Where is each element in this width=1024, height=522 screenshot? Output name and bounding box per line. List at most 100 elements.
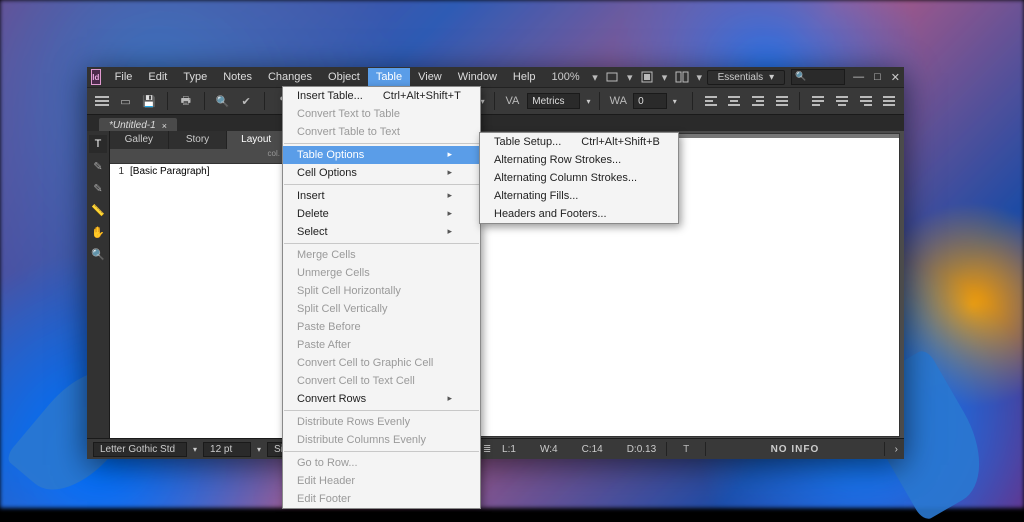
panel-tab-story[interactable]: Story bbox=[169, 131, 228, 149]
note-tool-icon[interactable]: ✎ bbox=[89, 157, 107, 175]
chevron-right-icon[interactable]: › bbox=[895, 444, 898, 455]
menu-item[interactable]: Insert▸ bbox=[283, 187, 480, 205]
menu-item-label: Edit Header bbox=[297, 475, 355, 487]
kerning-field[interactable]: Metrics bbox=[527, 93, 580, 109]
justify-icon[interactable] bbox=[773, 92, 791, 110]
zoom-level[interactable]: 100% bbox=[552, 71, 580, 83]
menu-shortcut: Ctrl+Alt+Shift+B bbox=[581, 136, 660, 148]
justify-all-icon[interactable] bbox=[880, 92, 898, 110]
menu-icon[interactable] bbox=[93, 92, 111, 110]
menu-table[interactable]: Table bbox=[368, 68, 410, 86]
tracking-field[interactable]: 0 bbox=[633, 93, 667, 109]
maximize-button[interactable]: □ bbox=[874, 71, 881, 84]
menu-divider bbox=[284, 143, 479, 144]
font-size-combo[interactable]: 12 pt bbox=[203, 442, 251, 457]
minimize-button[interactable]: — bbox=[853, 71, 864, 84]
menu-item-label: Convert Cell to Graphic Cell bbox=[297, 357, 433, 369]
menu-item[interactable]: Cell Options▸ bbox=[283, 164, 480, 182]
chevron-down-icon[interactable]: ▾ bbox=[586, 97, 590, 106]
menu-item[interactable]: Delete▸ bbox=[283, 205, 480, 223]
menu-item: Paste After bbox=[283, 336, 480, 354]
submenu-arrow-icon: ▸ bbox=[447, 190, 452, 202]
chevron-down-icon[interactable]: ▾ bbox=[481, 97, 485, 106]
menu-item[interactable]: Insert Table...Ctrl+Alt+Shift+T bbox=[283, 87, 480, 105]
submenu-item[interactable]: Alternating Column Strokes... bbox=[480, 169, 678, 187]
font-family-combo[interactable]: Letter Gothic Std bbox=[93, 442, 187, 457]
submenu-arrow-icon: ▸ bbox=[447, 149, 452, 161]
chevron-down-icon[interactable]: ▾ bbox=[673, 97, 677, 106]
type-icon: T bbox=[677, 440, 695, 458]
zoom-tool-icon[interactable]: 🔍 bbox=[89, 245, 107, 263]
menu-item: Merge Cells bbox=[283, 246, 480, 264]
menu-notes[interactable]: Notes bbox=[215, 68, 260, 86]
justify-center-icon[interactable] bbox=[833, 92, 851, 110]
submenu-item-label: Alternating Row Strokes... bbox=[494, 154, 621, 166]
open-icon[interactable]: ▭ bbox=[117, 92, 135, 110]
menu-item-label: Insert Table... bbox=[297, 90, 363, 102]
menu-divider bbox=[284, 410, 479, 411]
row-number: 1 bbox=[114, 166, 124, 177]
save-icon[interactable]: 💾 bbox=[140, 92, 158, 110]
dropdown-icon[interactable]: ▾ bbox=[695, 69, 704, 85]
menu-type[interactable]: Type bbox=[175, 68, 215, 86]
app-logo-icon: Id bbox=[91, 69, 101, 85]
panel-tab-layout[interactable]: Layout bbox=[227, 131, 286, 149]
menu-item-label: Convert Text to Table bbox=[297, 108, 400, 120]
menu-item: Convert Cell to Text Cell bbox=[283, 372, 480, 390]
menu-item[interactable]: Select▸ bbox=[283, 223, 480, 241]
menu-view[interactable]: View bbox=[410, 68, 450, 86]
chevron-down-icon[interactable]: ▾ bbox=[193, 445, 197, 454]
menu-item[interactable]: Convert Rows▸ bbox=[283, 390, 480, 408]
menu-file[interactable]: File bbox=[107, 68, 141, 86]
menu-object[interactable]: Object bbox=[320, 68, 368, 86]
menu-item-label: Cell Options bbox=[297, 167, 357, 179]
close-tab-icon[interactable]: × bbox=[162, 121, 167, 131]
print-icon[interactable]: 🖶 bbox=[177, 92, 195, 110]
menu-window[interactable]: Window bbox=[450, 68, 505, 86]
search-input[interactable]: 🔍 bbox=[791, 69, 845, 85]
menu-divider bbox=[284, 184, 479, 185]
menu-item-label: Split Cell Vertically bbox=[297, 303, 387, 315]
menu-item-label: Convert Rows bbox=[297, 393, 366, 405]
zoom-dropdown-icon[interactable]: ▾ bbox=[591, 69, 600, 85]
view-options-icon[interactable] bbox=[605, 69, 619, 85]
paragraph-style-label: [Basic Paragraph] bbox=[130, 166, 210, 177]
justify-left-icon[interactable] bbox=[809, 92, 827, 110]
dropdown-icon[interactable]: ▾ bbox=[625, 69, 634, 85]
align-center-icon[interactable] bbox=[725, 92, 743, 110]
menu-item: Distribute Rows Evenly bbox=[283, 413, 480, 431]
search-icon: 🔍 bbox=[792, 71, 806, 81]
justify-right-icon[interactable] bbox=[857, 92, 875, 110]
menu-changes[interactable]: Changes bbox=[260, 68, 320, 86]
chevron-down-icon[interactable]: ▾ bbox=[257, 445, 261, 454]
spell-icon[interactable]: ✔ bbox=[237, 92, 255, 110]
submenu-item[interactable]: Headers and Footers... bbox=[480, 205, 678, 223]
menu-help[interactable]: Help bbox=[505, 68, 544, 86]
submenu-item-label: Headers and Footers... bbox=[494, 208, 607, 220]
tracking-icon: WA bbox=[609, 92, 627, 110]
hand-tool-icon[interactable]: ✋ bbox=[89, 223, 107, 241]
find-icon[interactable]: 🔍 bbox=[214, 92, 232, 110]
type-tool-icon[interactable]: T bbox=[89, 135, 107, 153]
align-right-icon[interactable] bbox=[749, 92, 767, 110]
menu-edit[interactable]: Edit bbox=[140, 68, 175, 86]
close-button[interactable]: ✕ bbox=[891, 71, 900, 84]
panel-body[interactable]: 1 [Basic Paragraph] bbox=[110, 164, 286, 439]
arrange-icon[interactable] bbox=[675, 69, 689, 85]
menu-item: Convert Text to Table bbox=[283, 105, 480, 123]
tool-rail: T ✎ ✎ 📏 ✋ 🔍 bbox=[87, 131, 110, 439]
screen-mode-icon[interactable] bbox=[640, 69, 654, 85]
submenu-item[interactable]: Alternating Row Strokes... bbox=[480, 151, 678, 169]
dropdown-icon[interactable]: ▾ bbox=[660, 69, 669, 85]
workspace-switcher[interactable]: Essentials▾ bbox=[707, 70, 786, 85]
panel-tab-galley[interactable]: Galley bbox=[110, 131, 169, 149]
align-left-icon[interactable] bbox=[702, 92, 720, 110]
menu-item-label: Delete bbox=[297, 208, 329, 220]
measure-icon[interactable]: 📏 bbox=[89, 201, 107, 219]
menu-item: Split Cell Horizontally bbox=[283, 282, 480, 300]
submenu-item[interactable]: Table Setup...Ctrl+Alt+Shift+B bbox=[480, 133, 678, 151]
menu-item[interactable]: Table Options▸ bbox=[283, 146, 480, 164]
submenu-item[interactable]: Alternating Fills... bbox=[480, 187, 678, 205]
eyedropper-icon[interactable]: ✎ bbox=[89, 179, 107, 197]
menu-item-label: Paste After bbox=[297, 339, 351, 351]
